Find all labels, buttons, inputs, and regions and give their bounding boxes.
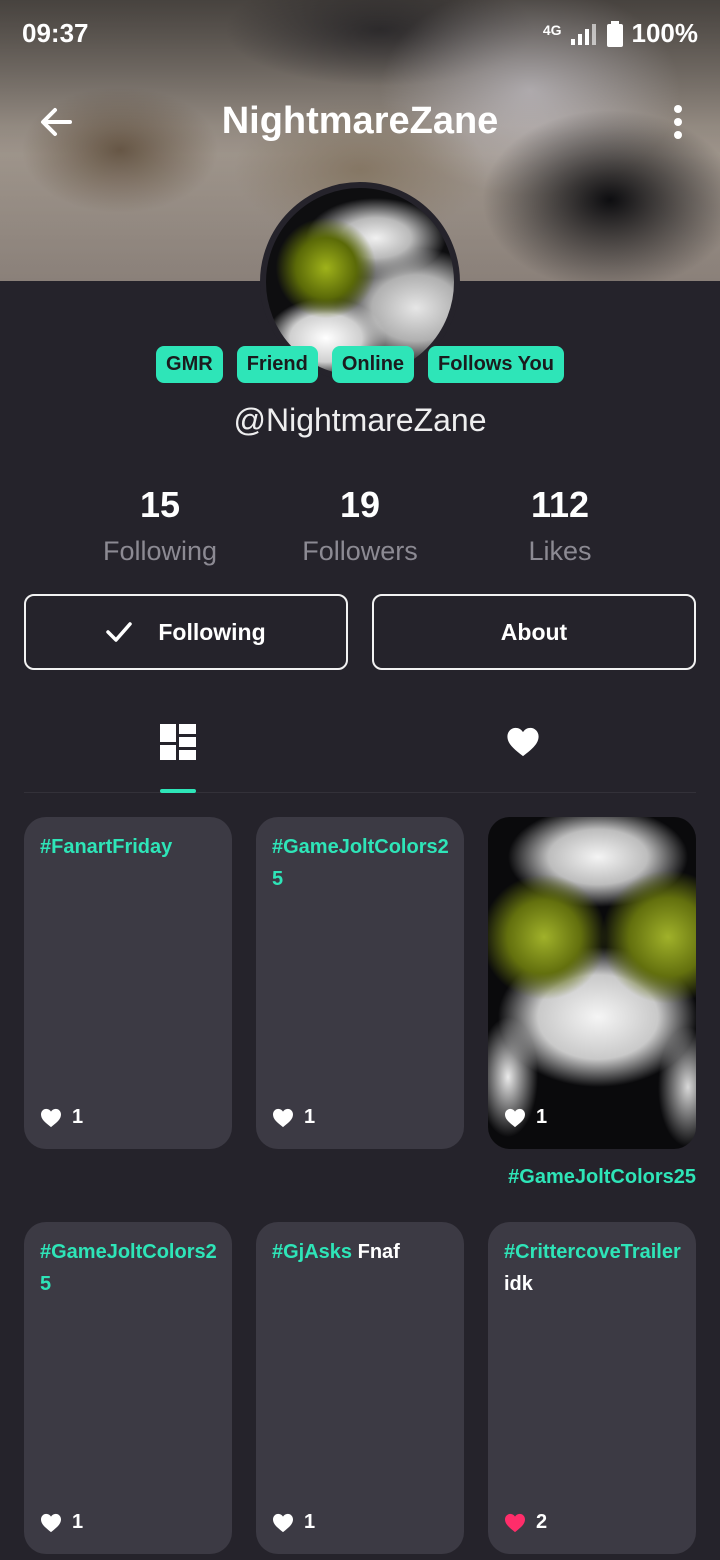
stat-following[interactable]: 15 Following bbox=[60, 484, 260, 567]
post-likes[interactable]: 2 bbox=[504, 1511, 547, 1534]
stat-label: Following bbox=[102, 536, 218, 566]
post-text: #GjAsks Fnaf bbox=[272, 1236, 450, 1268]
post-hashtag[interactable]: #GjAsks bbox=[272, 1241, 352, 1263]
post-hashtag[interactable]: #GameJoltColors25 bbox=[40, 1241, 217, 1295]
like-count: 1 bbox=[72, 1511, 84, 1533]
stat-label: Followers bbox=[302, 536, 418, 566]
stat-value: 112 bbox=[530, 484, 590, 525]
post-card[interactable]: #GjAsks Fnaf 1 bbox=[256, 1222, 464, 1554]
post-text: #GameJoltColors25 bbox=[272, 831, 450, 895]
post-likes[interactable]: 1 bbox=[40, 1106, 83, 1129]
stat-likes[interactable]: 112 Likes bbox=[460, 484, 660, 567]
about-button[interactable]: About bbox=[372, 594, 696, 670]
post-likes[interactable]: 1 bbox=[40, 1511, 83, 1534]
stat-value: 15 bbox=[139, 484, 181, 525]
post-hashtag[interactable]: #GameJoltColors25 bbox=[272, 836, 449, 890]
dashboard-grid-icon bbox=[160, 724, 196, 760]
post-hashtag[interactable]: #FanartFriday bbox=[40, 836, 172, 858]
signal-icon bbox=[570, 23, 596, 45]
tab-posts[interactable] bbox=[138, 716, 218, 793]
stat-label: Likes bbox=[528, 536, 592, 566]
heart-filled-icon bbox=[505, 1513, 525, 1532]
more-options-icon[interactable] bbox=[670, 104, 686, 140]
network-type: 4G bbox=[542, 21, 562, 38]
status-time: 09:37 bbox=[22, 18, 89, 48]
status-bar: 09:37 4G 100% bbox=[22, 18, 698, 52]
post-card[interactable]: #CrittercoveTrailer idk 2 bbox=[488, 1222, 696, 1554]
badge-row: GMR Friend Online Follows You bbox=[0, 346, 720, 383]
post-card[interactable]: #GameJoltColors25 1 bbox=[24, 1222, 232, 1554]
following-button-label: Following bbox=[158, 618, 266, 645]
check-icon bbox=[106, 622, 133, 642]
heart-icon bbox=[41, 1513, 61, 1532]
post-card-image[interactable]: 1 bbox=[488, 817, 696, 1149]
back-arrow-icon[interactable] bbox=[36, 102, 76, 142]
heart-icon bbox=[507, 727, 539, 757]
tab-liked[interactable] bbox=[484, 716, 564, 792]
post-card[interactable]: #GameJoltColors25 1 bbox=[256, 817, 464, 1149]
like-count: 1 bbox=[72, 1106, 84, 1128]
stat-followers[interactable]: 19 Followers bbox=[260, 484, 460, 567]
like-count: 1 bbox=[536, 1106, 548, 1128]
like-count: 1 bbox=[304, 1511, 316, 1533]
badge-friend: Friend bbox=[236, 346, 318, 383]
post-text: #GameJoltColors25 bbox=[40, 1236, 218, 1300]
heart-icon bbox=[273, 1108, 293, 1127]
stat-value: 19 bbox=[339, 484, 381, 525]
heart-icon bbox=[273, 1513, 293, 1532]
post-likes[interactable]: 1 bbox=[272, 1106, 315, 1129]
post-body: Fnaf bbox=[352, 1241, 400, 1263]
post-card[interactable]: #FanartFriday 1 bbox=[24, 817, 232, 1149]
badge-gmr: GMR bbox=[156, 346, 223, 383]
status-right: 4G 100% bbox=[543, 18, 698, 49]
active-tab-indicator bbox=[160, 789, 196, 793]
about-button-label: About bbox=[500, 618, 568, 645]
badge-follows-you: Follows You bbox=[428, 346, 564, 383]
post-hashtag[interactable]: #CrittercoveTrailer bbox=[504, 1241, 681, 1263]
like-count: 2 bbox=[536, 1511, 548, 1533]
post-text: #FanartFriday bbox=[40, 831, 218, 863]
badge-online: Online bbox=[331, 346, 415, 383]
following-button[interactable]: Following bbox=[24, 594, 348, 670]
page-title: NightmareZane bbox=[221, 100, 499, 142]
post-likes[interactable]: 1 bbox=[272, 1511, 315, 1534]
post-caption[interactable]: #GameJoltColors25 bbox=[488, 1166, 696, 1189]
battery-icon bbox=[606, 20, 623, 47]
battery-level: 100% bbox=[631, 18, 699, 48]
like-count: 1 bbox=[304, 1106, 316, 1128]
heart-icon bbox=[505, 1108, 525, 1127]
profile-handle: @NightmareZane bbox=[233, 402, 487, 438]
post-text: #CrittercoveTrailer idk bbox=[504, 1236, 682, 1300]
post-likes[interactable]: 1 bbox=[504, 1106, 547, 1129]
post-body: idk bbox=[504, 1273, 533, 1295]
content-tabs bbox=[24, 716, 696, 793]
heart-icon bbox=[41, 1108, 61, 1127]
